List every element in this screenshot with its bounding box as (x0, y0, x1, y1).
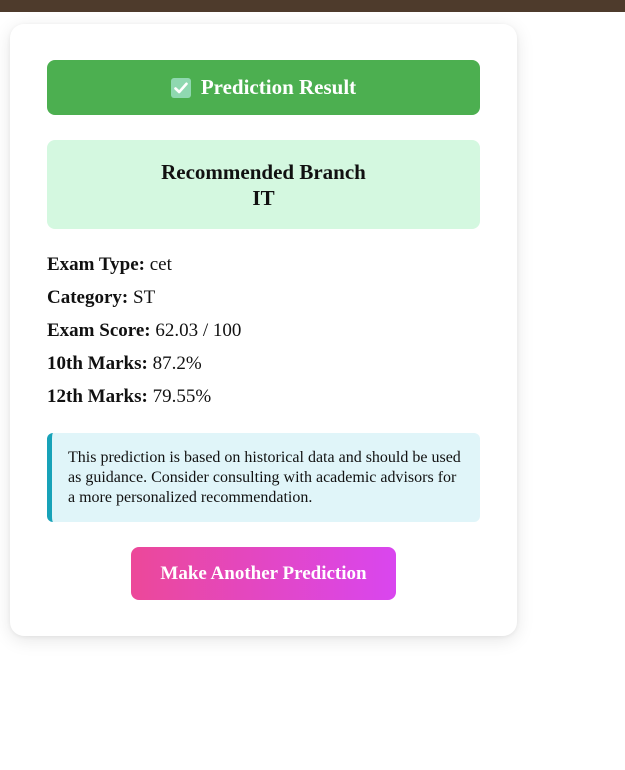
detail-exam-type: Exam Type: cet (47, 252, 480, 285)
branch-value: IT (252, 185, 275, 210)
detail-10th-marks: 10th Marks: 87.2% (47, 351, 480, 384)
top-bar (0, 0, 625, 12)
detail-category: Category: ST (47, 285, 480, 318)
detail-label: Category: (47, 287, 129, 308)
detail-12th-marks: 12th Marks: 79.55% (47, 384, 480, 417)
details-list: Exam Type: cet Category: ST Exam Score: … (47, 252, 480, 417)
result-header: Prediction Result (47, 60, 480, 115)
detail-value: ST (133, 287, 156, 308)
detail-value: 79.55% (152, 386, 212, 407)
detail-label: 12th Marks: (47, 386, 148, 407)
branch-label: Recommended Branch (161, 159, 366, 184)
guidance-note: This prediction is based on historical d… (47, 433, 480, 522)
recommended-branch-box: Recommended Branch IT (47, 140, 480, 229)
detail-value: cet (149, 254, 172, 275)
detail-value: 62.03 / 100 (155, 320, 242, 341)
detail-label: Exam Score: (47, 320, 151, 341)
detail-label: Exam Type: (47, 254, 145, 275)
make-another-prediction-button[interactable]: Make Another Prediction (131, 547, 396, 600)
detail-label: 10th Marks: (47, 353, 148, 374)
detail-value: 87.2% (152, 353, 202, 374)
check-box-icon (170, 77, 191, 98)
guidance-note-text: This prediction is based on historical d… (68, 449, 461, 506)
result-title: Prediction Result (200, 75, 357, 99)
result-card: Prediction Result Recommended Branch IT … (10, 24, 517, 636)
detail-exam-score: Exam Score: 62.03 / 100 (47, 318, 480, 351)
